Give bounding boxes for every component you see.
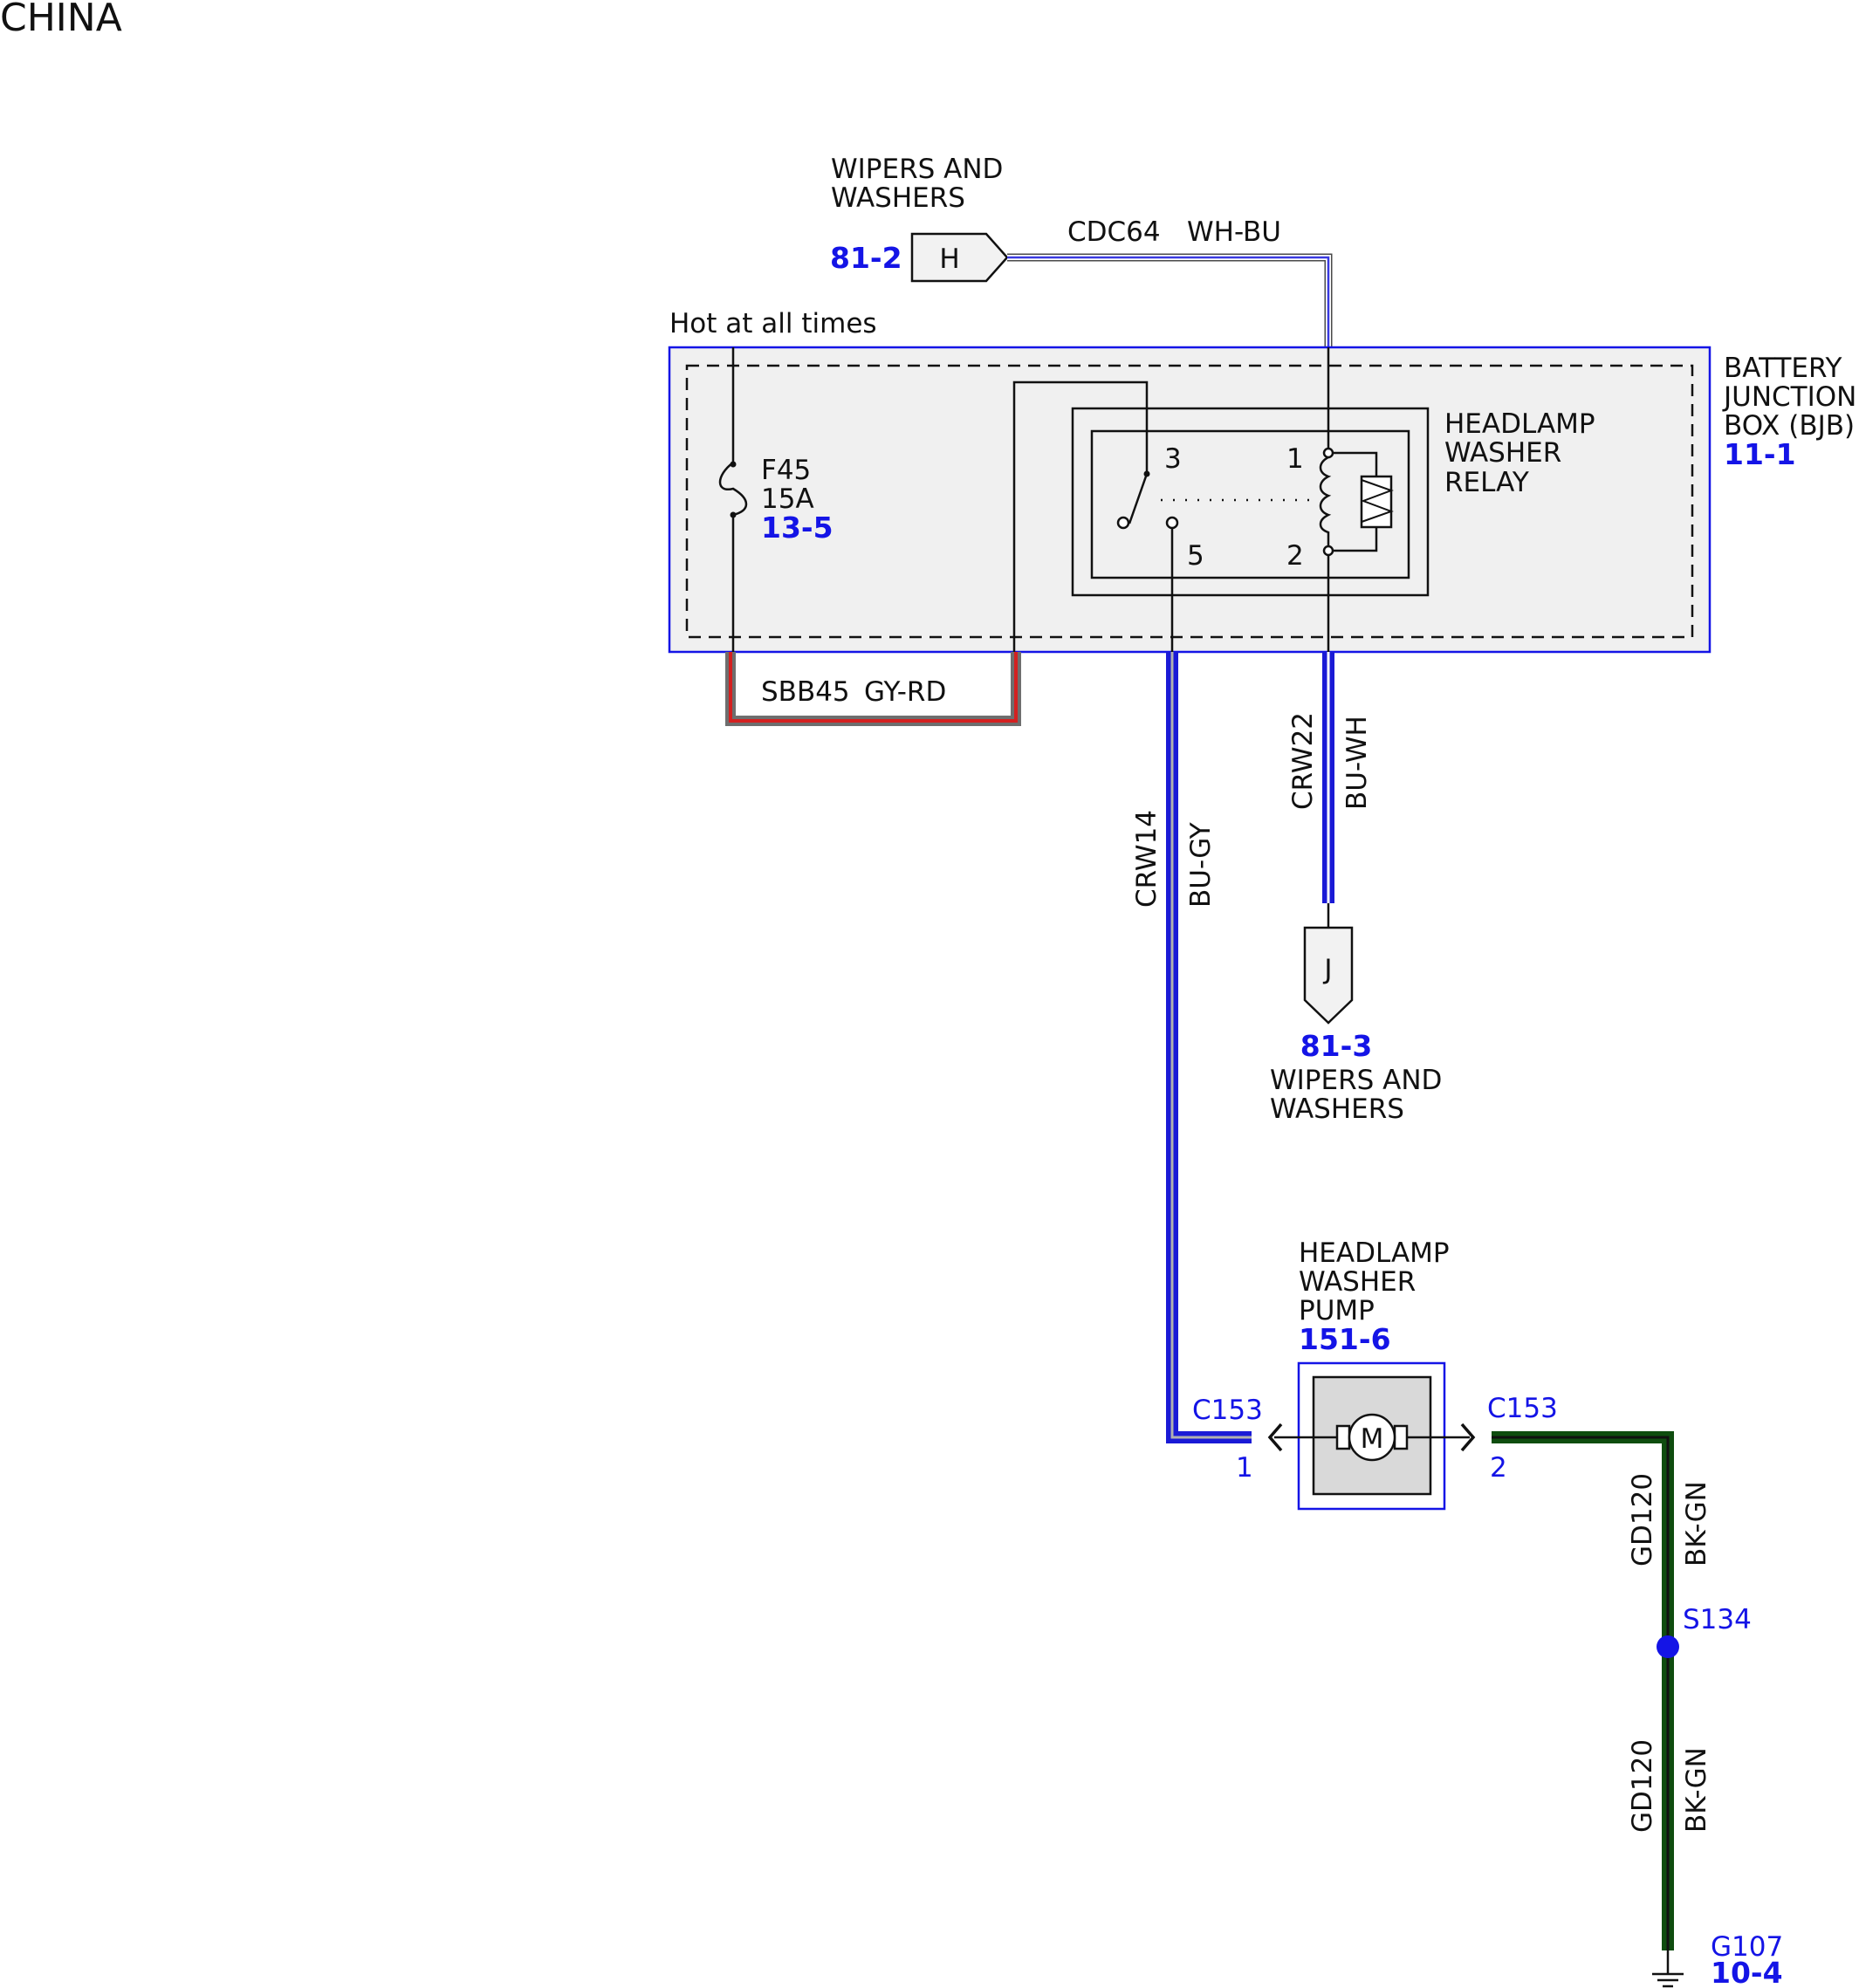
wire-gd120-upper-color: BK-GN [1681, 1481, 1712, 1566]
connector-j-pin: J [1322, 954, 1332, 985]
module-j-ref-link[interactable]: 81-3 [1300, 1029, 1373, 1063]
splice-s134-dot [1657, 1635, 1679, 1658]
pump-name-line2: WASHER [1299, 1266, 1416, 1298]
relay-pin5-contact [1165, 516, 1179, 530]
module-j-name-line1: WIPERS AND [1270, 1065, 1442, 1096]
splice-s134-label: S134 [1683, 1604, 1752, 1635]
motor-symbol-label: M [1361, 1423, 1384, 1455]
relay-pin2-terminal [1322, 545, 1334, 557]
wire-crw14-circuit: CRW14 [1131, 810, 1163, 908]
wire-cdc64-circuit: CDC64 [1067, 216, 1161, 248]
relay-name-line1: HEADLAMP [1444, 408, 1595, 440]
relay-pin1-label: 1 [1286, 443, 1304, 475]
module-top-name-line2: WASHERS [831, 182, 965, 214]
relay-switch-pivot [1116, 516, 1130, 530]
connector-c153-right-pin: 2 [1490, 1452, 1507, 1484]
hot-at-all-times-label: Hot at all times [669, 308, 877, 339]
bjb-ref-link[interactable]: 11-1 [1724, 437, 1796, 471]
wire-gd120-lower-color: BK-GN [1681, 1747, 1712, 1833]
wire-cdc64 [1007, 253, 1333, 347]
connector-c153-left-pin: 1 [1236, 1452, 1253, 1484]
pump-name-line1: HEADLAMP [1299, 1237, 1450, 1269]
relay-name-line3: RELAY [1444, 467, 1529, 498]
fuse-terminal-top [730, 461, 737, 468]
motor-brush-left [1335, 1424, 1351, 1450]
relay-pin1-terminal [1322, 447, 1334, 459]
relay-pin3-label: 3 [1164, 443, 1182, 475]
bjb-name-line1: BATTERY [1724, 353, 1842, 384]
relay-pin5-label: 5 [1187, 540, 1204, 572]
fuse-id: F45 [761, 455, 811, 486]
wire-gd120-upper-circuit: GD120 [1627, 1473, 1658, 1566]
ground-icon [1652, 1950, 1684, 1988]
wire-crw14 [1166, 652, 1252, 1443]
connector-c153-left-id: C153 [1192, 1395, 1263, 1426]
relay-name-line2: WASHER [1444, 437, 1561, 469]
page-title: CHINA [0, 0, 122, 40]
wire-crw22-color: BU-WH [1341, 716, 1373, 810]
module-top-name-line1: WIPERS AND [831, 154, 1003, 185]
bjb-name-line2: JUNCTION [1722, 381, 1856, 413]
connector-h-pin: H [939, 243, 959, 275]
module-j-name-line2: WASHERS [1270, 1093, 1404, 1125]
module-top-label: WIPERS AND WASHERS [831, 154, 1003, 214]
pump-ref-link[interactable]: 151-6 [1299, 1322, 1391, 1356]
ground-ref-link[interactable]: 10-4 [1711, 1956, 1783, 1988]
motor-brush-right [1393, 1424, 1409, 1450]
wire-cdc64-color: WH-BU [1187, 216, 1281, 248]
relay-pin2-label: 2 [1286, 540, 1304, 572]
wire-sbb45-circuit: SBB45 [761, 676, 850, 708]
module-top-ref-link[interactable]: 81-2 [830, 241, 902, 275]
fuse-ref-link[interactable]: 13-5 [761, 511, 833, 545]
wiring-diagram: CHINA WIPERS AND WASHERS 81-2 H CDC64 WH… [0, 0, 1856, 1988]
wire-gd120-lower-circuit: GD120 [1627, 1739, 1658, 1833]
wire-crw22-circuit: CRW22 [1287, 712, 1319, 810]
wire-sbb45-color: GY-RD [864, 676, 946, 708]
connector-c153-right-id: C153 [1487, 1393, 1558, 1424]
wire-crw14-color: BU-GY [1185, 822, 1217, 908]
bjb-box [668, 346, 1712, 654]
